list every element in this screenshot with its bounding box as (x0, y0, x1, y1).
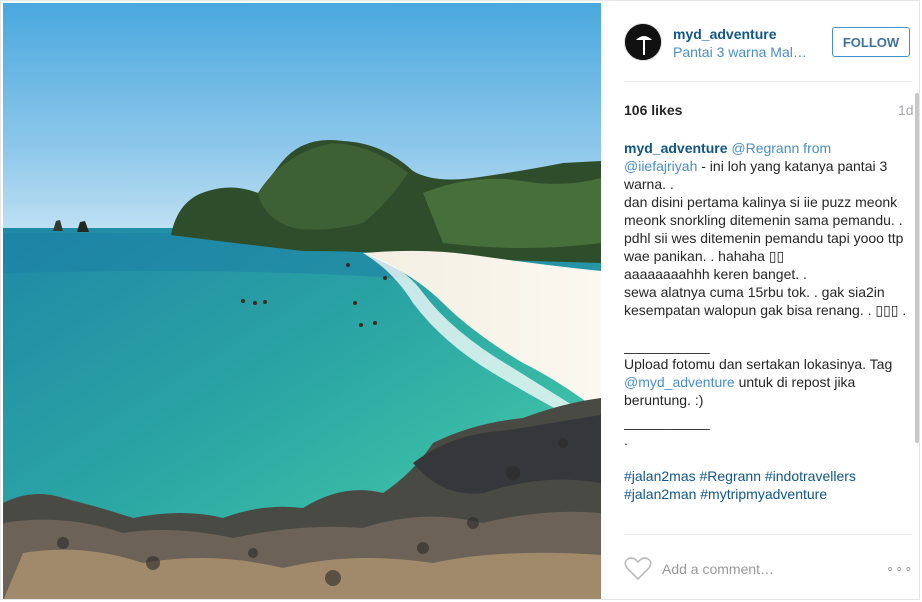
mention-myd-adventure[interactable]: @myd_adventure (624, 374, 735, 390)
caption-text-3: aaaaaaaahhh keren banget. . (624, 266, 807, 282)
avatar[interactable] (624, 23, 662, 61)
footer-divider (624, 534, 912, 535)
caption-text-4: sewa alatnya cuma 15rbu tok. . gak sia2i… (624, 284, 907, 318)
comment-input[interactable] (662, 559, 852, 579)
post-card: myd_adventure Pantai 3 warna Mal… FOLLOW… (0, 0, 920, 600)
caption-separator-1: ___________ (624, 338, 710, 354)
caption-separator-2: ___________ (624, 414, 710, 430)
location-link[interactable]: Pantai 3 warna Mal… (673, 44, 807, 60)
mention-iiefajriyah[interactable]: @iiefajriyah (624, 158, 697, 174)
caption-text-5: Upload fotomu dan sertakan lokasinya. Ta… (624, 356, 893, 372)
caption-text-2: dan disini pertama kalinya si iie puzz m… (624, 194, 904, 264)
post-header: myd_adventure Pantai 3 warna Mal… FOLLOW (602, 1, 919, 81)
post-caption: myd_adventure @Regrann from @iiefajriyah… (624, 139, 914, 531)
caption-scrollbar[interactable] (915, 93, 919, 443)
post-details-panel: myd_adventure Pantai 3 warna Mal… FOLLOW… (602, 1, 919, 599)
caption-author-link[interactable]: myd_adventure (624, 140, 727, 156)
username-link[interactable]: myd_adventure (673, 26, 776, 42)
follow-button[interactable]: FOLLOW (832, 27, 910, 57)
post-photo[interactable] (3, 3, 601, 599)
post-time[interactable]: 1d (898, 102, 914, 118)
mention-regrann[interactable]: @Regrann from (731, 140, 831, 156)
header-divider (624, 81, 912, 82)
hashtag-list[interactable]: #jalan2mas #Regrann #indotravellers #jal… (624, 468, 856, 502)
caption-dot: . (624, 432, 628, 448)
heart-icon[interactable] (624, 557, 652, 581)
likes-count[interactable]: 106 likes (624, 102, 682, 118)
more-options-icon[interactable]: ∘∘∘ (886, 561, 914, 577)
